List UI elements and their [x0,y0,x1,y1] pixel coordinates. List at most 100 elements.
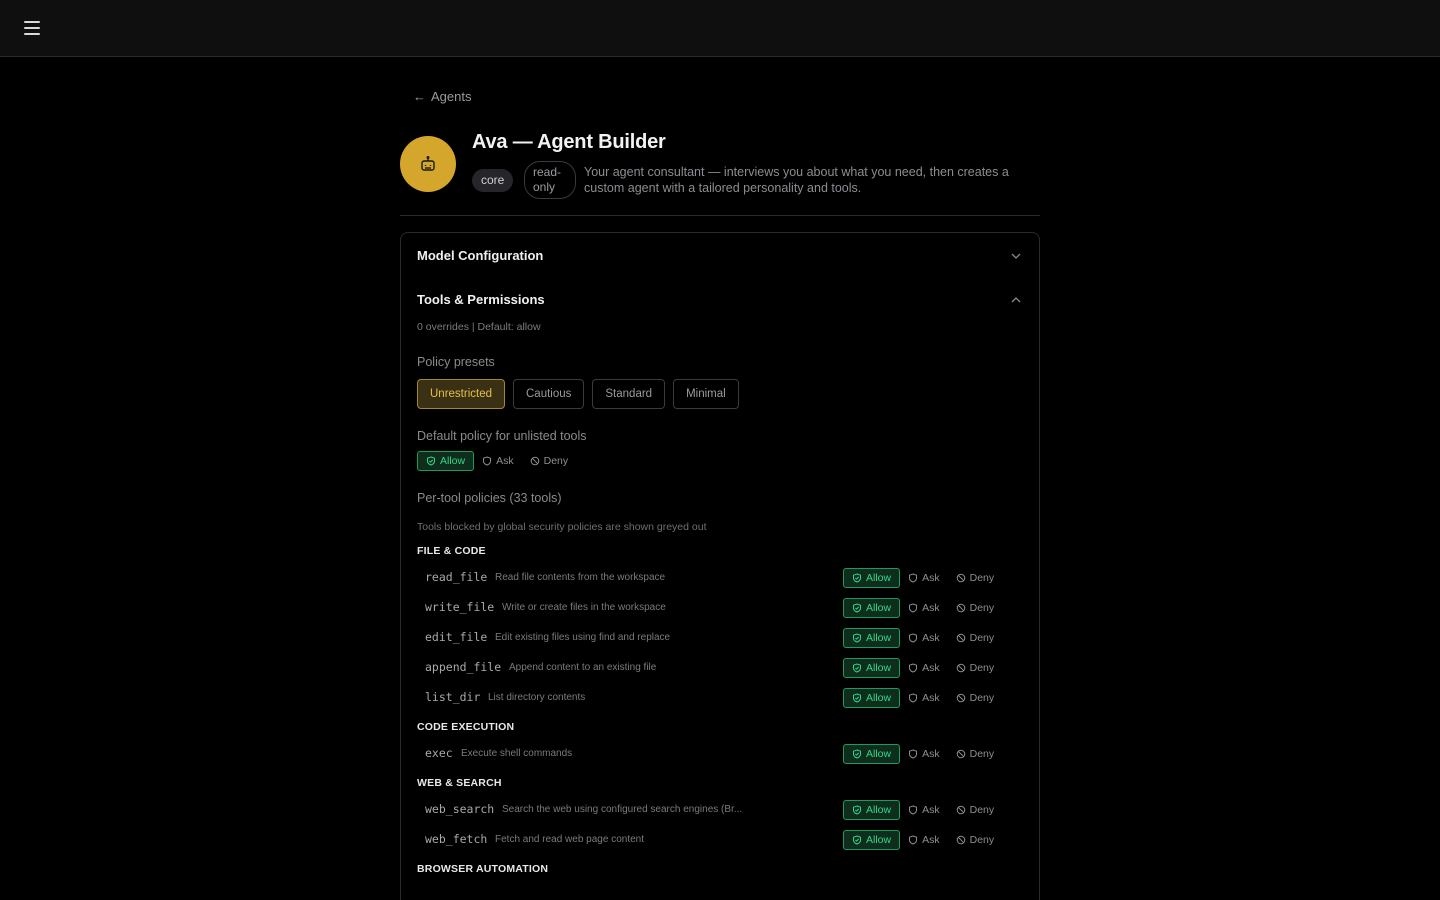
shield-check-icon [853,805,861,815]
per-tool-policies-label: Per-tool policies (33 tools) [417,491,562,505]
tool-deny-button[interactable]: Deny [948,628,1003,648]
shield-icon [909,573,918,583]
tag-core: core [472,169,514,192]
tool-name: web_fetch [425,832,488,846]
ban-icon [956,573,965,583]
tool-allow-button[interactable]: Allow [843,830,901,850]
tool-allow-button[interactable]: Allow [843,688,901,708]
tool-row: list_dir List directory contents Allow Ask D… [401,686,1039,710]
deny-label: Deny [543,455,569,467]
tool-allow-button[interactable]: Allow [843,598,901,618]
ask-label: Ask [496,455,514,467]
tool-deny-button[interactable]: Deny [948,568,1003,588]
tool-policy-selector: Allow Ask Deny [843,658,1002,678]
shield-icon [909,603,918,613]
tools-permissions-header[interactable]: Tools & Permissions [417,292,545,307]
tool-deny-button[interactable]: Deny [948,800,1003,820]
deny-label: Deny [969,602,995,614]
allow-label: Allow [440,455,466,467]
tool-description: List directory contents [488,692,586,703]
tool-ask-button[interactable]: Ask [900,598,948,618]
default-deny-button[interactable]: Deny [522,451,577,471]
shield-check-icon [853,749,861,759]
shield-check-icon [853,633,861,643]
tool-policy-selector: Allow Ask Deny [843,598,1002,618]
preset-unrestricted[interactable]: Unrestricted [417,379,505,409]
tool-description: Edit existing files using find and repla… [495,632,671,643]
allow-label: Allow [866,834,892,846]
shield-icon [909,663,918,673]
allow-label: Allow [866,632,892,644]
tool-allow-button[interactable]: Allow [843,658,901,678]
allow-label: Allow [866,804,892,816]
tool-row: web_fetch Fetch and read web page content… [401,828,1039,852]
ban-icon [530,456,539,466]
shield-check-icon [853,663,861,673]
shield-check-icon [427,456,435,466]
category-heading: WEB & SEARCH [417,777,502,789]
ask-label: Ask [922,572,940,584]
tool-allow-button[interactable]: Allow [843,744,901,764]
tool-allow-button[interactable]: Allow [843,628,901,648]
model-config-header[interactable]: Model Configuration [417,248,543,263]
tool-description: Append content to an existing file [509,662,657,673]
back-to-agents-link[interactable]: ← Agents [413,89,471,104]
allow-label: Allow [866,748,892,760]
ban-icon [956,749,965,759]
tool-deny-button[interactable]: Deny [948,744,1003,764]
tool-policy-selector: Allow Ask Deny [843,568,1002,588]
blocked-tools-note: Tools blocked by global security policie… [417,521,707,533]
tool-ask-button[interactable]: Ask [900,744,948,764]
default-allow-button[interactable]: Allow [417,451,475,471]
chevron-down-icon[interactable] [1009,249,1023,263]
settings-panel: Model Configuration Tools & Permissions … [400,232,1040,900]
hamburger-menu-icon[interactable] [24,21,40,35]
ask-label: Ask [922,662,940,674]
allow-label: Allow [866,692,892,704]
chevron-up-icon[interactable] [1009,293,1023,307]
shield-check-icon [853,693,861,703]
default-policy-label: Default policy for unlisted tools [417,429,587,443]
header-divider [400,215,1040,216]
ban-icon [956,693,965,703]
deny-label: Deny [969,572,995,584]
tool-ask-button[interactable]: Ask [900,628,948,648]
tool-ask-button[interactable]: Ask [900,688,948,708]
tool-name: web_search [425,802,495,816]
shield-icon [909,693,918,703]
tool-policy-selector: Allow Ask Deny [843,628,1002,648]
tool-name: edit_file [425,630,488,644]
ask-label: Ask [922,834,940,846]
tool-row: edit_file Edit existing files using find … [401,626,1039,650]
tool-ask-button[interactable]: Ask [900,658,948,678]
tool-description: Search the web using configured search e… [502,804,743,815]
deny-label: Deny [969,662,995,674]
back-label: Agents [431,89,472,104]
default-ask-button[interactable]: Ask [474,451,522,471]
tool-allow-button[interactable]: Allow [843,800,901,820]
tool-allow-button[interactable]: Allow [843,568,901,588]
robot-icon [421,156,435,171]
policy-presets: Unrestricted Cautious Standard Minimal [417,379,739,409]
tool-description: Fetch and read web page content [495,834,644,845]
tool-policy-selector: Allow Ask Deny [843,744,1002,764]
allow-label: Allow [866,602,892,614]
ban-icon [956,633,965,643]
tool-ask-button[interactable]: Ask [900,830,948,850]
shield-icon [909,633,918,643]
tool-deny-button[interactable]: Deny [948,830,1003,850]
tool-deny-button[interactable]: Deny [948,598,1003,618]
tool-deny-button[interactable]: Deny [948,658,1003,678]
preset-minimal[interactable]: Minimal [673,379,739,409]
preset-standard[interactable]: Standard [592,379,666,409]
category-heading: CODE EXECUTION [417,721,515,733]
tool-policy-selector: Allow Ask Deny [843,688,1002,708]
preset-cautious[interactable]: Cautious [513,379,585,409]
tool-name: write_file [425,600,495,614]
tool-ask-button[interactable]: Ask [900,800,948,820]
agent-avatar [400,136,456,192]
tool-description: Read file contents from the workspace [495,572,666,583]
overrides-summary: 0 overrides | Default: allow [417,321,541,333]
tool-ask-button[interactable]: Ask [900,568,948,588]
tool-deny-button[interactable]: Deny [948,688,1003,708]
